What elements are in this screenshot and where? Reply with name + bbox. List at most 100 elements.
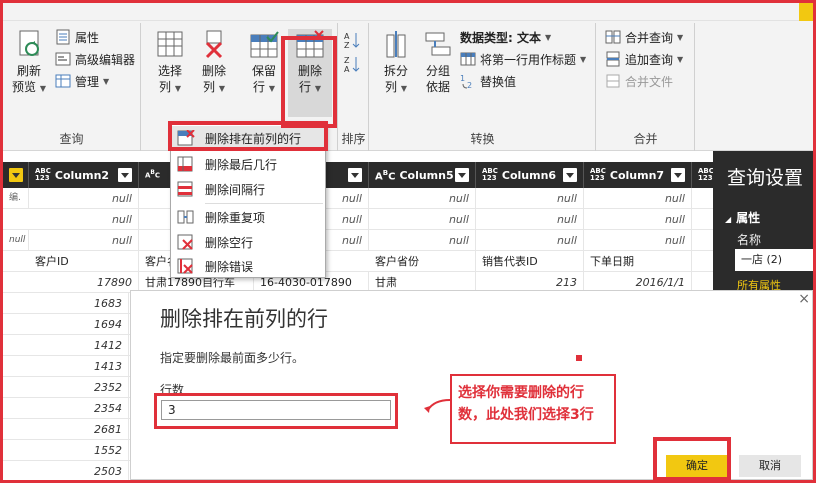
svg-text:Z: Z [344, 56, 350, 65]
table-cell: null [369, 230, 476, 251]
rows-count-input[interactable]: 3 [161, 400, 391, 420]
menu-item-remove-blank-rows[interactable]: 删除空行 [171, 230, 325, 254]
remove-columns-label-2: 列 [203, 80, 216, 94]
dialog-title: 删除排在前列的行 [160, 307, 328, 331]
keep-rows-label-1: 保留 [251, 64, 276, 78]
column-filter-dropdown[interactable] [9, 168, 23, 182]
sort-ascending-icon: AZ [344, 31, 360, 50]
ribbon: 刷新 预览 ▼ 属性 高级编辑器 管理 ▼ 查询 选择 列 ▼ 删除 列 ▼ 保… [3, 3, 813, 151]
query-name-input[interactable]: 一店 (2) [735, 249, 813, 271]
keep-rows-button[interactable]: 保留 行 ▼ [242, 29, 286, 97]
table-cell: 2503 [29, 461, 129, 480]
menu-item-label: 删除间隔行 [205, 182, 266, 197]
data-type-dropdown[interactable]: 数据类型: 文本 ▼ [460, 27, 551, 47]
menu-item-remove-alternate-rows[interactable]: 删除间隔行 [171, 177, 325, 201]
properties-button[interactable]: 属性 [55, 27, 99, 47]
column-name: Column2 [54, 168, 110, 182]
choose-columns-icon [155, 29, 185, 59]
column-filter-dropdown[interactable] [118, 168, 132, 182]
group-combine-label: 合并 [633, 132, 658, 146]
menu-item-remove-bottom-rows[interactable]: 删除最后几行 [171, 152, 325, 176]
remove-duplicates-icon [177, 209, 195, 225]
remove-rows-button[interactable]: 删除 行 ▼ [288, 29, 332, 117]
column-header-column8[interactable]: ABC 123 [692, 162, 713, 188]
close-icon[interactable]: × [798, 291, 810, 307]
table-cell: 1694 [29, 314, 129, 335]
column-filter-dropdown[interactable] [671, 168, 685, 182]
replace-values-button[interactable]: 12 替换值 [460, 71, 516, 91]
menu-item-label: 删除空行 [205, 235, 254, 250]
column-filter-dropdown[interactable] [455, 168, 469, 182]
column-header-column5[interactable]: ABC Column5 [369, 162, 476, 188]
column-header-prev[interactable] [3, 162, 29, 188]
table-cell: null [29, 209, 139, 230]
refresh-preview-button[interactable]: 刷新 预览 ▼ [7, 29, 51, 97]
table-row: 2503 [3, 461, 130, 480]
cancel-button[interactable]: 取消 [739, 455, 801, 477]
table-cell: null [29, 188, 139, 209]
menu-separator [205, 203, 323, 204]
append-queries-button[interactable]: 追加查询 ▼ [605, 49, 683, 69]
dialog-description: 指定要删除最前面多少行。 [160, 351, 305, 365]
keep-rows-label-2: 行 [253, 80, 266, 94]
table-row: 2354 [3, 398, 130, 419]
split-column-label-2: 列 [385, 80, 398, 94]
first-row-header-button[interactable]: 将第一行用作标题 ▼ [460, 49, 586, 69]
append-queries-label: 追加查询 [625, 52, 674, 67]
column-header-column2[interactable]: ABC 123 Column2 [29, 162, 139, 188]
table-cell: null [3, 230, 29, 251]
table-cell: 1413 [29, 356, 129, 377]
remove-rows-icon [295, 29, 325, 59]
remove-top-rows-icon [177, 129, 195, 146]
remove-columns-button[interactable]: 删除 列 ▼ [192, 29, 236, 97]
group-by-button[interactable]: 分组 依据 [416, 29, 460, 95]
combine-files-button[interactable]: 合并文件 [605, 71, 673, 91]
ok-button[interactable]: 确定 [666, 455, 728, 477]
menu-item-remove-errors[interactable]: 删除错误 [171, 254, 325, 278]
table-cell: null [476, 209, 584, 230]
append-icon [605, 51, 621, 67]
column-name: Column5 [399, 168, 454, 182]
group-transform: 拆分 列 ▼ 分组 依据 数据类型: 文本 ▼ 将第一行用作标题 ▼ 12 替换值 … [370, 23, 596, 151]
sort-descending-button[interactable]: ZA [344, 53, 360, 74]
table-cell: null [369, 188, 476, 209]
column-filter-dropdown[interactable] [563, 168, 577, 182]
table-row: 2352 [3, 377, 130, 398]
sort-descending-icon: ZA [344, 55, 360, 74]
menu-item-remove-top-rows[interactable]: 删除排在前列的行 [171, 126, 325, 150]
table-cell: 2352 [29, 377, 129, 398]
group-by-icon [423, 29, 453, 59]
sort-ascending-button[interactable]: AZ [344, 29, 360, 50]
column-header-column7[interactable]: ABC 123 Column7 [584, 162, 692, 188]
merge-icon [605, 29, 621, 45]
table-cell: null [476, 230, 584, 251]
svg-text:1: 1 [460, 74, 465, 83]
column-name: Column6 [501, 168, 557, 182]
ribbon-tab-strip [3, 3, 813, 21]
properties-section[interactable]: 属性 [725, 209, 760, 226]
menu-item-remove-duplicates[interactable]: 删除重复项 [171, 205, 325, 229]
column-filter-dropdown[interactable] [348, 168, 362, 182]
manage-button[interactable]: 管理 ▼ [55, 71, 109, 91]
properties-icon [55, 29, 71, 45]
table-cell: 1552 [29, 440, 129, 461]
choose-columns-button[interactable]: 选择 列 ▼ [148, 29, 192, 97]
advanced-editor-button[interactable]: 高级编辑器 [55, 49, 135, 69]
table-cell: null [369, 209, 476, 230]
choose-columns-label-1: 选择 [157, 64, 182, 78]
table-row: 1552 [3, 440, 130, 461]
column-header-column6[interactable]: ABC 123 Column6 [476, 162, 584, 188]
callout-line-2: 数，此处我们选择3行 [458, 407, 594, 423]
table-row: 1412 [3, 335, 130, 356]
table-row: 编. null null null null null [3, 188, 713, 209]
remove-blank-rows-icon [177, 234, 195, 250]
table-row: 2681 [3, 419, 130, 440]
merge-queries-button[interactable]: 合并查询 ▼ [605, 27, 683, 47]
first-row-header-label: 将第一行用作标题 [480, 52, 577, 67]
split-column-button[interactable]: 拆分 列 ▼ [374, 29, 418, 97]
remove-columns-icon [199, 29, 229, 59]
group-transform-label: 转换 [470, 132, 495, 146]
group-combine: 合并查询 ▼ 追加查询 ▼ 合并文件 合并 [597, 23, 695, 151]
remove-rows-menu: 删除排在前列的行 删除最后几行 删除间隔行 删除重复项 删除空行 删除错误 [170, 122, 326, 278]
table-cell: 客户省份 [369, 251, 476, 272]
